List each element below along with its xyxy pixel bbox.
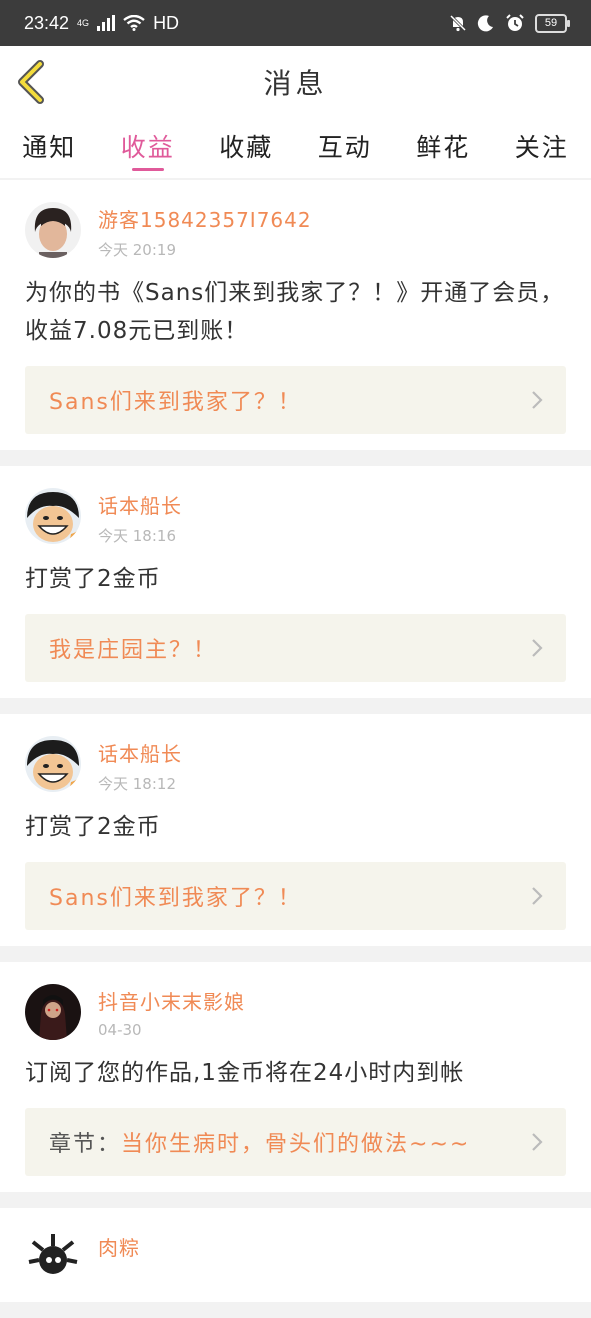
timestamp: 04-30 [98,1021,142,1039]
message-content: 打赏了2金币 [25,814,161,840]
tab-following[interactable]: 关注 [515,118,569,164]
username[interactable]: 话本船长 [98,738,182,767]
timestamp: 今天 18:12 [98,775,176,793]
wifi-icon [123,15,145,31]
chapter-link[interactable]: 章节：当你生病时，骨头们的做法~~~ [25,1108,566,1176]
title-bar: 消息 [0,46,591,118]
signal-icon [97,15,116,31]
book-link[interactable]: Sans们来到我家了？！ [25,862,566,930]
status-bar: 23:42 4G HD 59 [0,0,591,46]
avatar[interactable] [25,1230,81,1286]
hd-label: HD [153,12,180,33]
message-card: 抖音小末末影娘 04-30 订阅了您的作品,1金币将在24小时内到帐 章节：当你… [0,962,591,1192]
link-title: 我是庄园主？！ [49,638,218,663]
battery-level: 59 [544,17,558,29]
chevron-right-icon [532,887,543,905]
timestamp: 今天 20:19 [98,241,176,259]
link-prefix: 章节： [49,1132,122,1157]
moon-icon [477,15,493,32]
message-card: 话本船长 今天 18:16 打赏了2金币 我是庄园主？！ [0,466,591,698]
chevron-right-icon [532,391,543,409]
link-title: 当你生病时，骨头们的做法~~~ [121,1132,471,1157]
tab-flowers[interactable]: 鲜花 [416,118,470,164]
tab-notice[interactable]: 通知 [22,118,76,164]
message-content: 打赏了2金币 [25,566,161,592]
book-link[interactable]: Sans们来到我家了？！ [25,366,566,434]
avatar[interactable] [25,736,81,792]
tab-interaction[interactable]: 互动 [318,118,372,164]
username[interactable]: 肉粽 [98,1232,140,1261]
message-card: 游客15842357I7642 今天 20:19 为你的书《Sans们来到我家了… [0,180,591,450]
tab-favorites[interactable]: 收藏 [219,118,273,164]
username[interactable]: 话本船长 [98,490,182,519]
battery-icon: 59 [535,13,570,33]
tab-earnings[interactable]: 收益 [121,118,175,171]
page-title: 消息 [263,67,328,100]
mute-icon [449,14,467,32]
tab-bar: 通知 收益 收藏 互动 鲜花 关注 [0,118,591,178]
status-time: 23:42 [24,12,70,33]
message-content: 订阅了您的作品,1金币将在24小时内到帐 [25,1060,465,1086]
link-title: Sans们来到我家了？！ [49,390,302,415]
message-list: 游客15842357I7642 今天 20:19 为你的书《Sans们来到我家了… [0,180,591,1318]
chevron-right-icon [532,639,543,657]
avatar[interactable] [25,202,81,258]
link-title: Sans们来到我家了？！ [49,886,302,911]
message-card: 肉粽 [0,1208,591,1302]
chevron-right-icon [532,1133,543,1151]
back-button[interactable] [14,60,50,104]
avatar[interactable] [25,488,81,544]
username[interactable]: 游客15842357I7642 [98,204,312,233]
book-link[interactable]: 我是庄园主？！ [25,614,566,682]
network-label: 4G [77,17,90,28]
avatar[interactable] [25,984,81,1040]
message-content: 为你的书《Sans们来到我家了？！》开通了会员，收益7.08元已到账！ [25,280,565,344]
timestamp: 今天 18:16 [98,527,176,545]
message-card: 话本船长 今天 18:12 打赏了2金币 Sans们来到我家了？！ [0,714,591,946]
username[interactable]: 抖音小末末影娘 [98,986,245,1015]
alarm-icon [506,14,524,31]
